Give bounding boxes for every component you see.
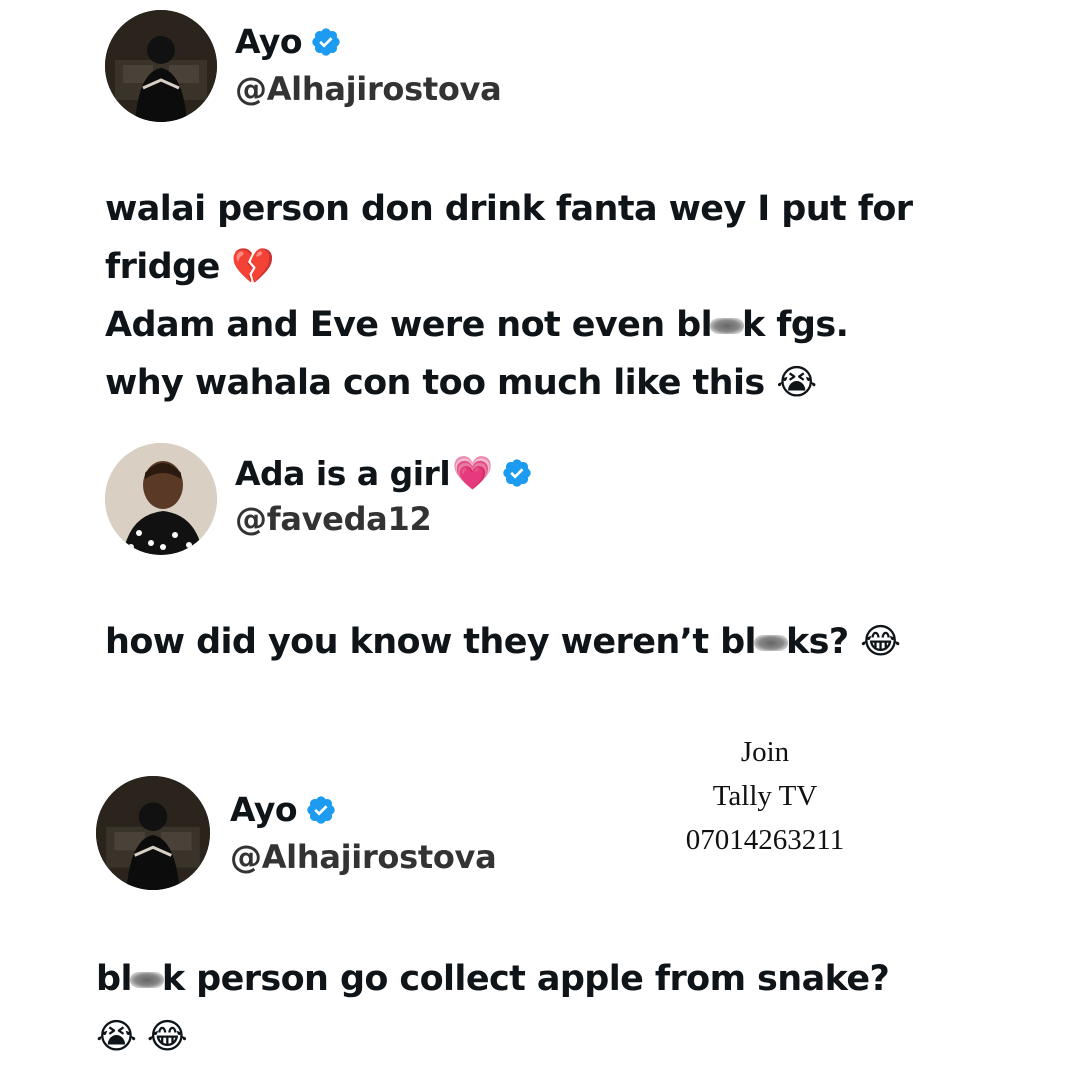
censor-blur <box>710 318 745 334</box>
tweet-1-text: walai person don drink fanta wey I put f… <box>105 180 913 412</box>
avatar-ayo[interactable] <box>105 10 217 122</box>
crying-and-laughing-faces-icon: 😭 😂 <box>96 1017 188 1057</box>
tweet-1-line-3: Adam and Eve were not even bl k fgs. <box>105 305 849 345</box>
tweet-3-author-name[interactable]: Ayo <box>230 790 337 829</box>
avatar-ada[interactable] <box>105 443 217 555</box>
man-sitting-office-avatar-icon <box>96 776 210 890</box>
promo-line-phone: 07014263211 <box>685 824 845 856</box>
promo-line-join: Join <box>740 736 790 768</box>
growing-heart-icon: 💗 <box>452 453 493 492</box>
tweet-1-handle[interactable]: @Alhajirostova <box>235 70 502 108</box>
verified-badge-icon <box>307 795 335 824</box>
woman-polka-dot-avatar-icon <box>105 443 217 555</box>
tweet-1-line-1: walai person don drink fanta wey I put f… <box>105 189 913 229</box>
tweet-3-line-1: bl k person go collect apple from snake? <box>96 959 890 999</box>
tweet-2-author-name[interactable]: Ada is a girl 💗 <box>235 453 533 493</box>
tweet-2-text: how did you know they weren’t bl ks? 😂 <box>105 613 901 671</box>
man-sitting-office-avatar-icon <box>105 10 217 122</box>
censor-blur <box>129 972 164 988</box>
loudly-crying-face-icon: 😭 <box>776 363 817 403</box>
tweet-3-handle[interactable]: @Alhajirostova <box>230 838 497 876</box>
tweet-2-line-1: how did you know they weren’t bl ks? 😂 <box>105 622 901 662</box>
avatar-ayo[interactable] <box>96 776 210 890</box>
verified-badge-icon <box>503 459 531 487</box>
tweet-3-text: bl k person go collect apple from snake? … <box>96 950 890 1066</box>
tweet-1-line-2: fridge 💔 <box>105 247 275 287</box>
censor-blur <box>753 635 788 651</box>
tweet-1-author-name[interactable]: Ayo <box>235 22 342 61</box>
tweet-2-handle[interactable]: @faveda12 <box>235 500 432 538</box>
face-with-tears-of-joy-icon: 😂 <box>860 622 901 662</box>
promo-overlay: Join Tally TV 07014263211 <box>640 730 890 862</box>
verified-badge-icon <box>312 27 340 56</box>
broken-heart-icon: 💔 <box>231 247 275 287</box>
promo-line-name: Tally TV <box>712 780 818 812</box>
tweet-3-line-2: 😭 😂 <box>96 1008 889 1066</box>
tweet-1-line-4: why wahala con too much like this 😭 <box>105 363 817 403</box>
